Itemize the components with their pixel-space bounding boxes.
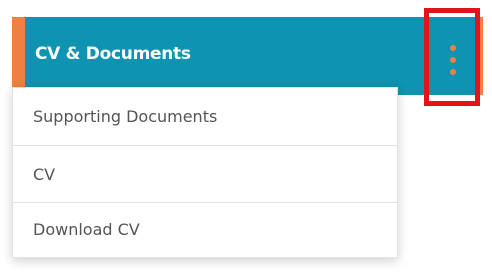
- options-dropdown-menu: Supporting Documents CV Download CV: [12, 87, 398, 258]
- header-accent-left: [12, 17, 25, 95]
- more-options-button[interactable]: [424, 8, 480, 106]
- menu-item-supporting-documents[interactable]: Supporting Documents: [13, 88, 397, 145]
- kebab-dot: [450, 69, 456, 75]
- card-title: CV & Documents: [35, 44, 191, 64]
- menu-item-download-cv[interactable]: Download CV: [13, 201, 397, 258]
- kebab-dot: [450, 57, 456, 63]
- cv-documents-card: CV & Documents Supporting Documents CV D…: [0, 0, 492, 274]
- more-vertical-icon: [450, 45, 456, 75]
- menu-item-cv[interactable]: CV: [13, 146, 397, 203]
- kebab-dot: [450, 45, 456, 51]
